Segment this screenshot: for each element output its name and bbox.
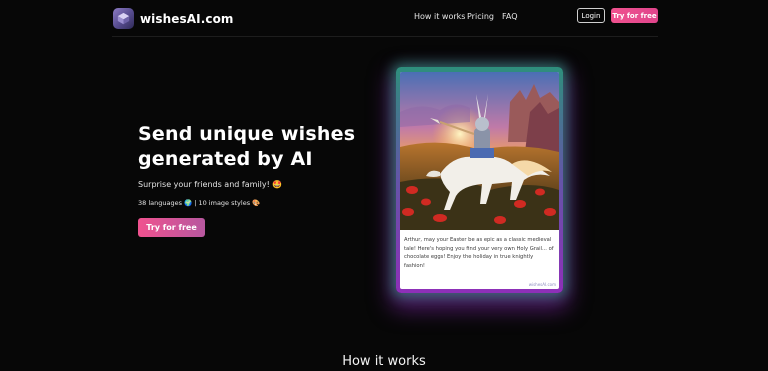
how-it-works-heading: How it works [342,354,426,369]
wish-card: Arthur, may your Easter be as epic as a … [400,72,559,289]
header-divider [112,36,658,37]
cube-logo-icon [113,8,134,29]
hero-subtitle: Surprise your friends and family! 🤩 [138,180,283,189]
hero-title: Send unique wishes generated by AI [138,122,378,172]
nav-pricing[interactable]: Pricing [467,12,494,21]
knight-bunny-illustration [400,72,559,230]
landing-page: wishesAI.com How it works Pricing FAQ Lo… [0,0,768,371]
logo-text: wishesAI.com [140,11,234,26]
hero-stats: 38 languages 🌍 | 10 image styles 🎨 [138,199,261,207]
try-for-free-header-button[interactable]: Try for free [611,8,658,23]
hero-title-line-2: generated by AI [138,148,313,170]
hero-title-line-1: Send unique wishes [138,123,356,145]
wish-message: Arthur, may your Easter be as epic as a … [404,237,554,270]
logo[interactable]: wishesAI.com [113,8,234,29]
card-watermark: wishesAI.com [528,282,556,287]
nav-faq[interactable]: FAQ [502,12,518,21]
try-for-free-hero-button[interactable]: Try for free [138,218,205,237]
nav-how-it-works[interactable]: How it works [414,12,465,21]
login-button[interactable]: Login [577,8,605,23]
